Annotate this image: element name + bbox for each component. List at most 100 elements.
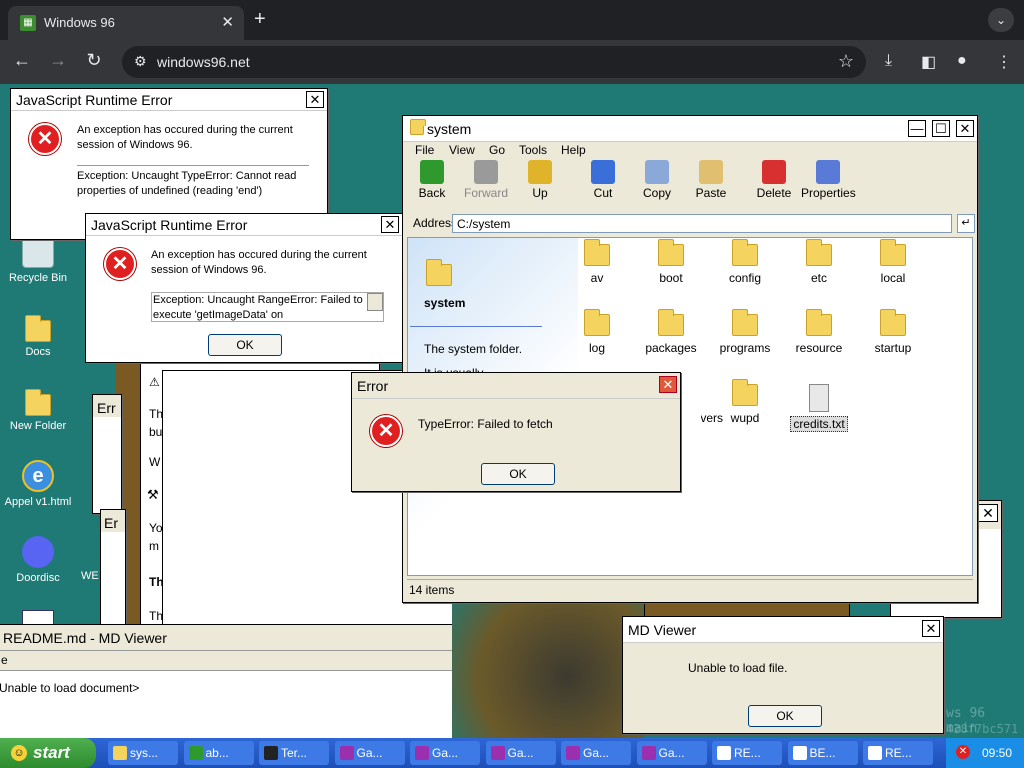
- window-title: JavaScript Runtime Error: [91, 217, 248, 233]
- taskbar-item-label: BE...: [809, 746, 836, 760]
- toolbar-delete-button[interactable]: Delete: [747, 160, 801, 200]
- md-viewer-dialog[interactable]: MD Viewer ✕ Unable to load file. OK: [622, 616, 944, 734]
- desktop-icon-recycle-bin[interactable]: Recycle Bin: [0, 236, 76, 284]
- taskbar-item[interactable]: Ter...: [259, 741, 329, 765]
- file-item[interactable]: drivers: [701, 384, 723, 428]
- close-icon[interactable]: ✕: [381, 216, 399, 233]
- download-icon[interactable]: ⤓: [885, 52, 892, 70]
- menu-help[interactable]: Help: [561, 143, 586, 157]
- readme-md-viewer-window[interactable]: README.md - MD Viewer e Unable to load d…: [0, 624, 454, 738]
- toolbar-up-button[interactable]: Up: [513, 160, 567, 200]
- error-dialog[interactable]: Error ✕ ✕ TypeError: Failed to fetch OK: [351, 372, 681, 492]
- title-bar[interactable]: system — ☐ ✕: [403, 116, 977, 142]
- file-item[interactable]: programs: [713, 309, 777, 355]
- tab-close-icon[interactable]: ✕: [221, 13, 234, 31]
- file-item[interactable]: wupd: [713, 379, 777, 425]
- taskbar-item[interactable]: Ga...: [636, 741, 707, 765]
- address-bar[interactable]: ⚙ windows96.net ☆: [122, 46, 866, 78]
- toolbar-paste-button[interactable]: Paste: [684, 160, 738, 200]
- taskbar-app-icon: [792, 746, 807, 760]
- toolbar-forward-button[interactable]: Forward: [459, 160, 513, 200]
- taskbar-item[interactable]: ab...: [183, 741, 254, 765]
- delete-x-icon: [762, 160, 786, 184]
- toolbar-back-button[interactable]: Back: [405, 160, 459, 200]
- title-bar[interactable]: JavaScript Runtime Error ✕: [86, 214, 402, 236]
- new-tab-button[interactable]: +: [254, 8, 266, 31]
- desktop-icon-appel[interactable]: e Appel v1.html: [0, 460, 76, 508]
- taskbar-item-label: Ga...: [507, 746, 534, 760]
- forward-icon[interactable]: →: [46, 50, 70, 71]
- taskbar-item[interactable]: BE...: [787, 741, 858, 765]
- bookmark-star-icon[interactable]: ☆: [838, 51, 854, 72]
- menu-tools[interactable]: Tools: [519, 143, 547, 157]
- profile-icon[interactable]: ●: [957, 52, 967, 70]
- menu-go[interactable]: Go: [489, 143, 505, 157]
- desktop-icon-docs[interactable]: Docs: [0, 314, 76, 358]
- close-icon[interactable]: ✕: [956, 120, 974, 137]
- title-bar[interactable]: MD Viewer ✕: [623, 617, 943, 643]
- desktop-icon-new-folder[interactable]: New Folder: [0, 388, 76, 432]
- close-icon[interactable]: ✕: [306, 91, 324, 108]
- address-input[interactable]: C:/system: [452, 214, 952, 233]
- menu-icon[interactable]: ⋮: [996, 52, 1012, 72]
- file-item[interactable]: config: [713, 239, 777, 285]
- taskbar-item[interactable]: RE...: [863, 741, 933, 765]
- file-item[interactable]: av: [565, 239, 629, 285]
- toolbar-label: Delete: [756, 186, 792, 200]
- js-runtime-error-window-2[interactable]: JavaScript Runtime Error ✕ ✕ An exceptio…: [85, 213, 403, 363]
- toolbar-copy-button[interactable]: Copy: [630, 160, 684, 200]
- toolbar-properties-button[interactable]: Properties: [801, 160, 856, 200]
- back-icon[interactable]: ←: [10, 50, 34, 71]
- file-item[interactable]: boot: [639, 239, 703, 285]
- file-item[interactable]: startup: [861, 309, 925, 355]
- file-item[interactable]: etc: [787, 239, 851, 285]
- taskbar-item[interactable]: Ga...: [410, 741, 480, 765]
- close-icon[interactable]: ✕: [978, 504, 998, 522]
- file-item[interactable]: credits.txt: [787, 384, 851, 432]
- maximize-icon[interactable]: ☐: [932, 120, 950, 137]
- menu-view[interactable]: View: [449, 143, 475, 157]
- browser-toolbar: ← → ↻ ⚙ windows96.net ☆ ⤓ ◧ ● ⋮: [0, 40, 1024, 84]
- go-arrow-icon[interactable]: ↵: [957, 214, 975, 233]
- file-item[interactable]: resource: [787, 309, 851, 355]
- start-button[interactable]: ☺ start: [0, 738, 96, 768]
- browser-tab[interactable]: ▦ Windows 96 ✕: [8, 6, 244, 40]
- ok-button[interactable]: OK: [208, 334, 282, 356]
- ok-button[interactable]: OK: [481, 463, 555, 485]
- desktop-icon-label-partial[interactable]: WE: [81, 570, 99, 582]
- taskbar-item[interactable]: sys...: [108, 741, 178, 765]
- file-item[interactable]: packages: [639, 309, 703, 355]
- tab-search-button[interactable]: ⌄: [988, 8, 1014, 32]
- readme-menu-partial[interactable]: e: [1, 653, 8, 667]
- partial-error-window-a[interactable]: Err: [92, 394, 122, 514]
- partial-text: bu: [149, 425, 163, 439]
- ok-button[interactable]: OK: [748, 705, 822, 727]
- error-tray-icon[interactable]: ✕: [956, 745, 970, 759]
- title-bar[interactable]: JavaScript Runtime Error ✕: [11, 89, 327, 111]
- site-settings-icon[interactable]: ⚙: [134, 53, 147, 70]
- title-bar[interactable]: Error ✕: [352, 373, 680, 399]
- scrollbar-thumb[interactable]: [367, 293, 383, 311]
- close-icon[interactable]: ✕: [922, 620, 940, 637]
- folder-icon: [806, 309, 832, 336]
- toolbar-cut-button[interactable]: Cut: [576, 160, 630, 200]
- reload-icon[interactable]: ↻: [82, 50, 106, 71]
- file-item[interactable]: local: [861, 239, 925, 285]
- desktop-icon-doordisc[interactable]: Doordisc: [0, 536, 76, 584]
- taskbar-item[interactable]: Ga...: [485, 741, 556, 765]
- exception-detail-box[interactable]: Exception: Uncaught RangeError: Failed t…: [151, 292, 384, 322]
- partial-error-window-b[interactable]: Er: [100, 509, 126, 639]
- taskbar-item[interactable]: Ga...: [334, 741, 405, 765]
- taskbar-item-label: RE...: [734, 746, 761, 760]
- taskbar-item[interactable]: RE...: [712, 741, 782, 765]
- close-icon[interactable]: ✕: [659, 376, 677, 393]
- start-label: start: [33, 743, 70, 762]
- menu-file[interactable]: File: [415, 143, 434, 157]
- taskbar-item[interactable]: Ga...: [561, 741, 631, 765]
- browser-tab-bar: ▦ Windows 96 ✕ + ⌄: [0, 0, 1024, 40]
- sidebar-icon[interactable]: ◧: [921, 52, 936, 72]
- file-item[interactable]: log: [565, 309, 629, 355]
- explorer-window-system[interactable]: system — ☐ ✕ File View Go Tools Help Bac…: [402, 115, 978, 603]
- folder-icon: [732, 309, 758, 336]
- minimize-icon[interactable]: —: [908, 120, 926, 137]
